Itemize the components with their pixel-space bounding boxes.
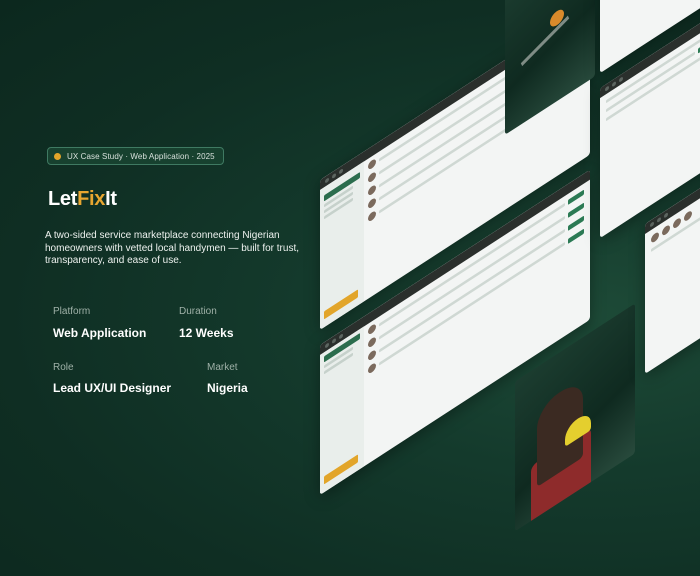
platform-value: Web Application bbox=[53, 326, 147, 340]
status-dot-icon bbox=[54, 152, 61, 160]
duration-value: 12 Weeks bbox=[179, 326, 234, 340]
logo-part-it: It bbox=[105, 188, 117, 210]
project-description: A two-sided service marketplace connecti… bbox=[45, 230, 300, 266]
mockup-cta bbox=[324, 454, 358, 485]
market-label: Market bbox=[207, 362, 238, 373]
logo-part-fix: Fix bbox=[77, 188, 106, 210]
mockup-sidebar bbox=[320, 326, 364, 495]
letfixit-logo: LetFixIt bbox=[48, 188, 117, 211]
mockup-sidebar bbox=[320, 161, 364, 330]
mockup-collage bbox=[0, 0, 700, 576]
case-study-badge: UX Case Study · Web Application · 2025 bbox=[47, 147, 224, 165]
mockup-cta bbox=[324, 289, 358, 320]
role-label: Role bbox=[53, 362, 74, 373]
duration-label: Duration bbox=[179, 306, 217, 317]
role-value: Lead UX/UI Designer bbox=[53, 381, 172, 395]
market-value: Nigeria bbox=[207, 381, 248, 395]
badge-text: UX Case Study · Web Application · 2025 bbox=[67, 151, 215, 161]
logo-part-let: Let bbox=[48, 188, 78, 210]
platform-label: Platform bbox=[53, 306, 91, 317]
